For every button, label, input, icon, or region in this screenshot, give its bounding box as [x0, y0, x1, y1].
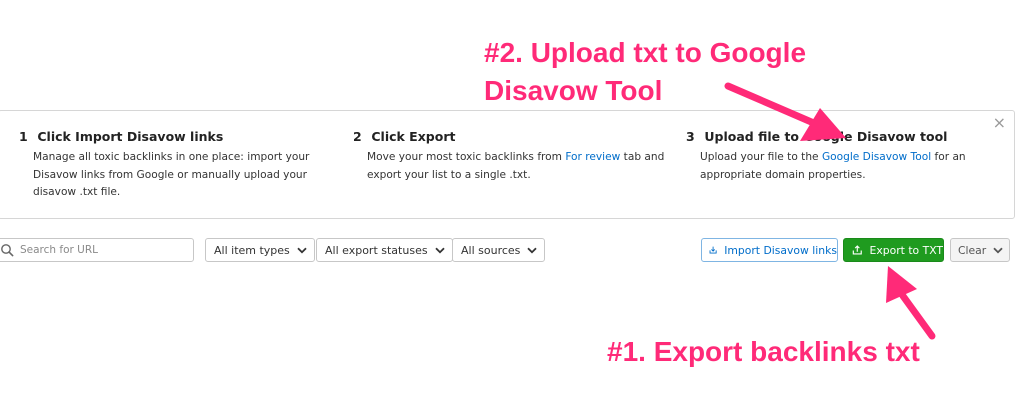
instructions-panel: 1 Click Import Disavow links Manage all …	[0, 110, 1015, 219]
export-statuses-dropdown[interactable]: All export statuses	[316, 238, 453, 262]
step-title: Upload file to Google Disavow tool	[704, 129, 948, 144]
chevron-down-icon	[434, 247, 445, 253]
step-description: Move your most toxic backlinks from For …	[367, 151, 665, 181]
for-review-link[interactable]: For review	[565, 151, 620, 163]
search-icon	[1, 244, 14, 257]
export-icon	[852, 245, 862, 255]
step-description: Manage all toxic backlinks in one place:…	[33, 151, 310, 198]
step-title: Click Import Disavow links	[37, 129, 224, 144]
step-1: 1 Click Import Disavow links Manage all …	[19, 129, 309, 202]
upload-annotation: #2. Upload txt to Google Disavow Tool	[484, 37, 807, 106]
item-types-dropdown[interactable]: All item types	[205, 238, 315, 262]
export-to-txt-button[interactable]: Export to TXT	[843, 238, 944, 262]
step-description: Upload your file to the Google Disavow T…	[700, 151, 966, 181]
close-icon[interactable]: ×	[993, 115, 1006, 131]
filter-toolbar: All item types All export statuses All s…	[0, 238, 1024, 264]
step-number: 3	[686, 129, 695, 144]
step-3: 3 Upload file to Google Disavow tool Upl…	[686, 129, 966, 184]
step-title: Click Export	[371, 129, 456, 144]
chevron-down-icon	[993, 247, 1003, 253]
step-number: 1	[19, 129, 28, 144]
step-2: 2 Click Export Move your most toxic back…	[353, 129, 664, 184]
import-icon	[709, 246, 717, 254]
chevron-down-icon	[527, 247, 538, 253]
step-number: 2	[353, 129, 362, 144]
search-box[interactable]	[0, 238, 194, 262]
export-arrow	[886, 266, 936, 340]
chevron-down-icon	[297, 247, 307, 253]
import-disavow-links-button[interactable]: Import Disavow links	[701, 238, 838, 262]
search-input[interactable]	[18, 243, 192, 257]
export-annotation: #1. Export backlinks txt	[607, 336, 920, 367]
sources-dropdown[interactable]: All sources	[452, 238, 546, 262]
clear-button[interactable]: Clear	[950, 238, 1010, 262]
google-disavow-tool-link[interactable]: Google Disavow Tool	[822, 151, 931, 163]
